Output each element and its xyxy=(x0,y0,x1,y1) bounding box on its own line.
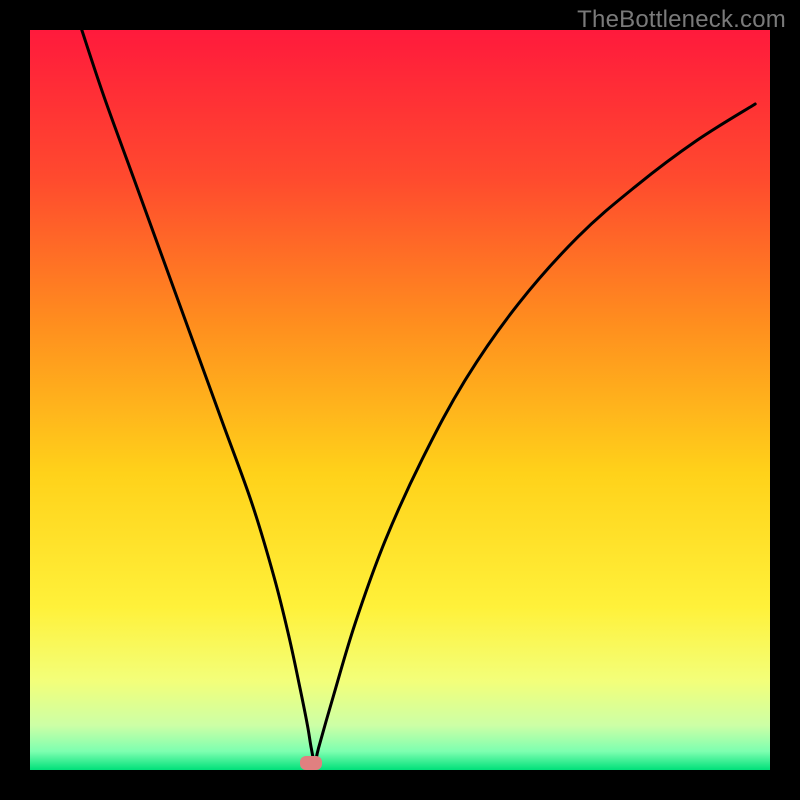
chart-frame: TheBottleneck.com xyxy=(0,0,800,800)
watermark-text: TheBottleneck.com xyxy=(577,6,786,34)
optimal-marker xyxy=(300,756,322,770)
plot-area xyxy=(30,30,770,770)
bottleneck-curve xyxy=(30,30,770,770)
